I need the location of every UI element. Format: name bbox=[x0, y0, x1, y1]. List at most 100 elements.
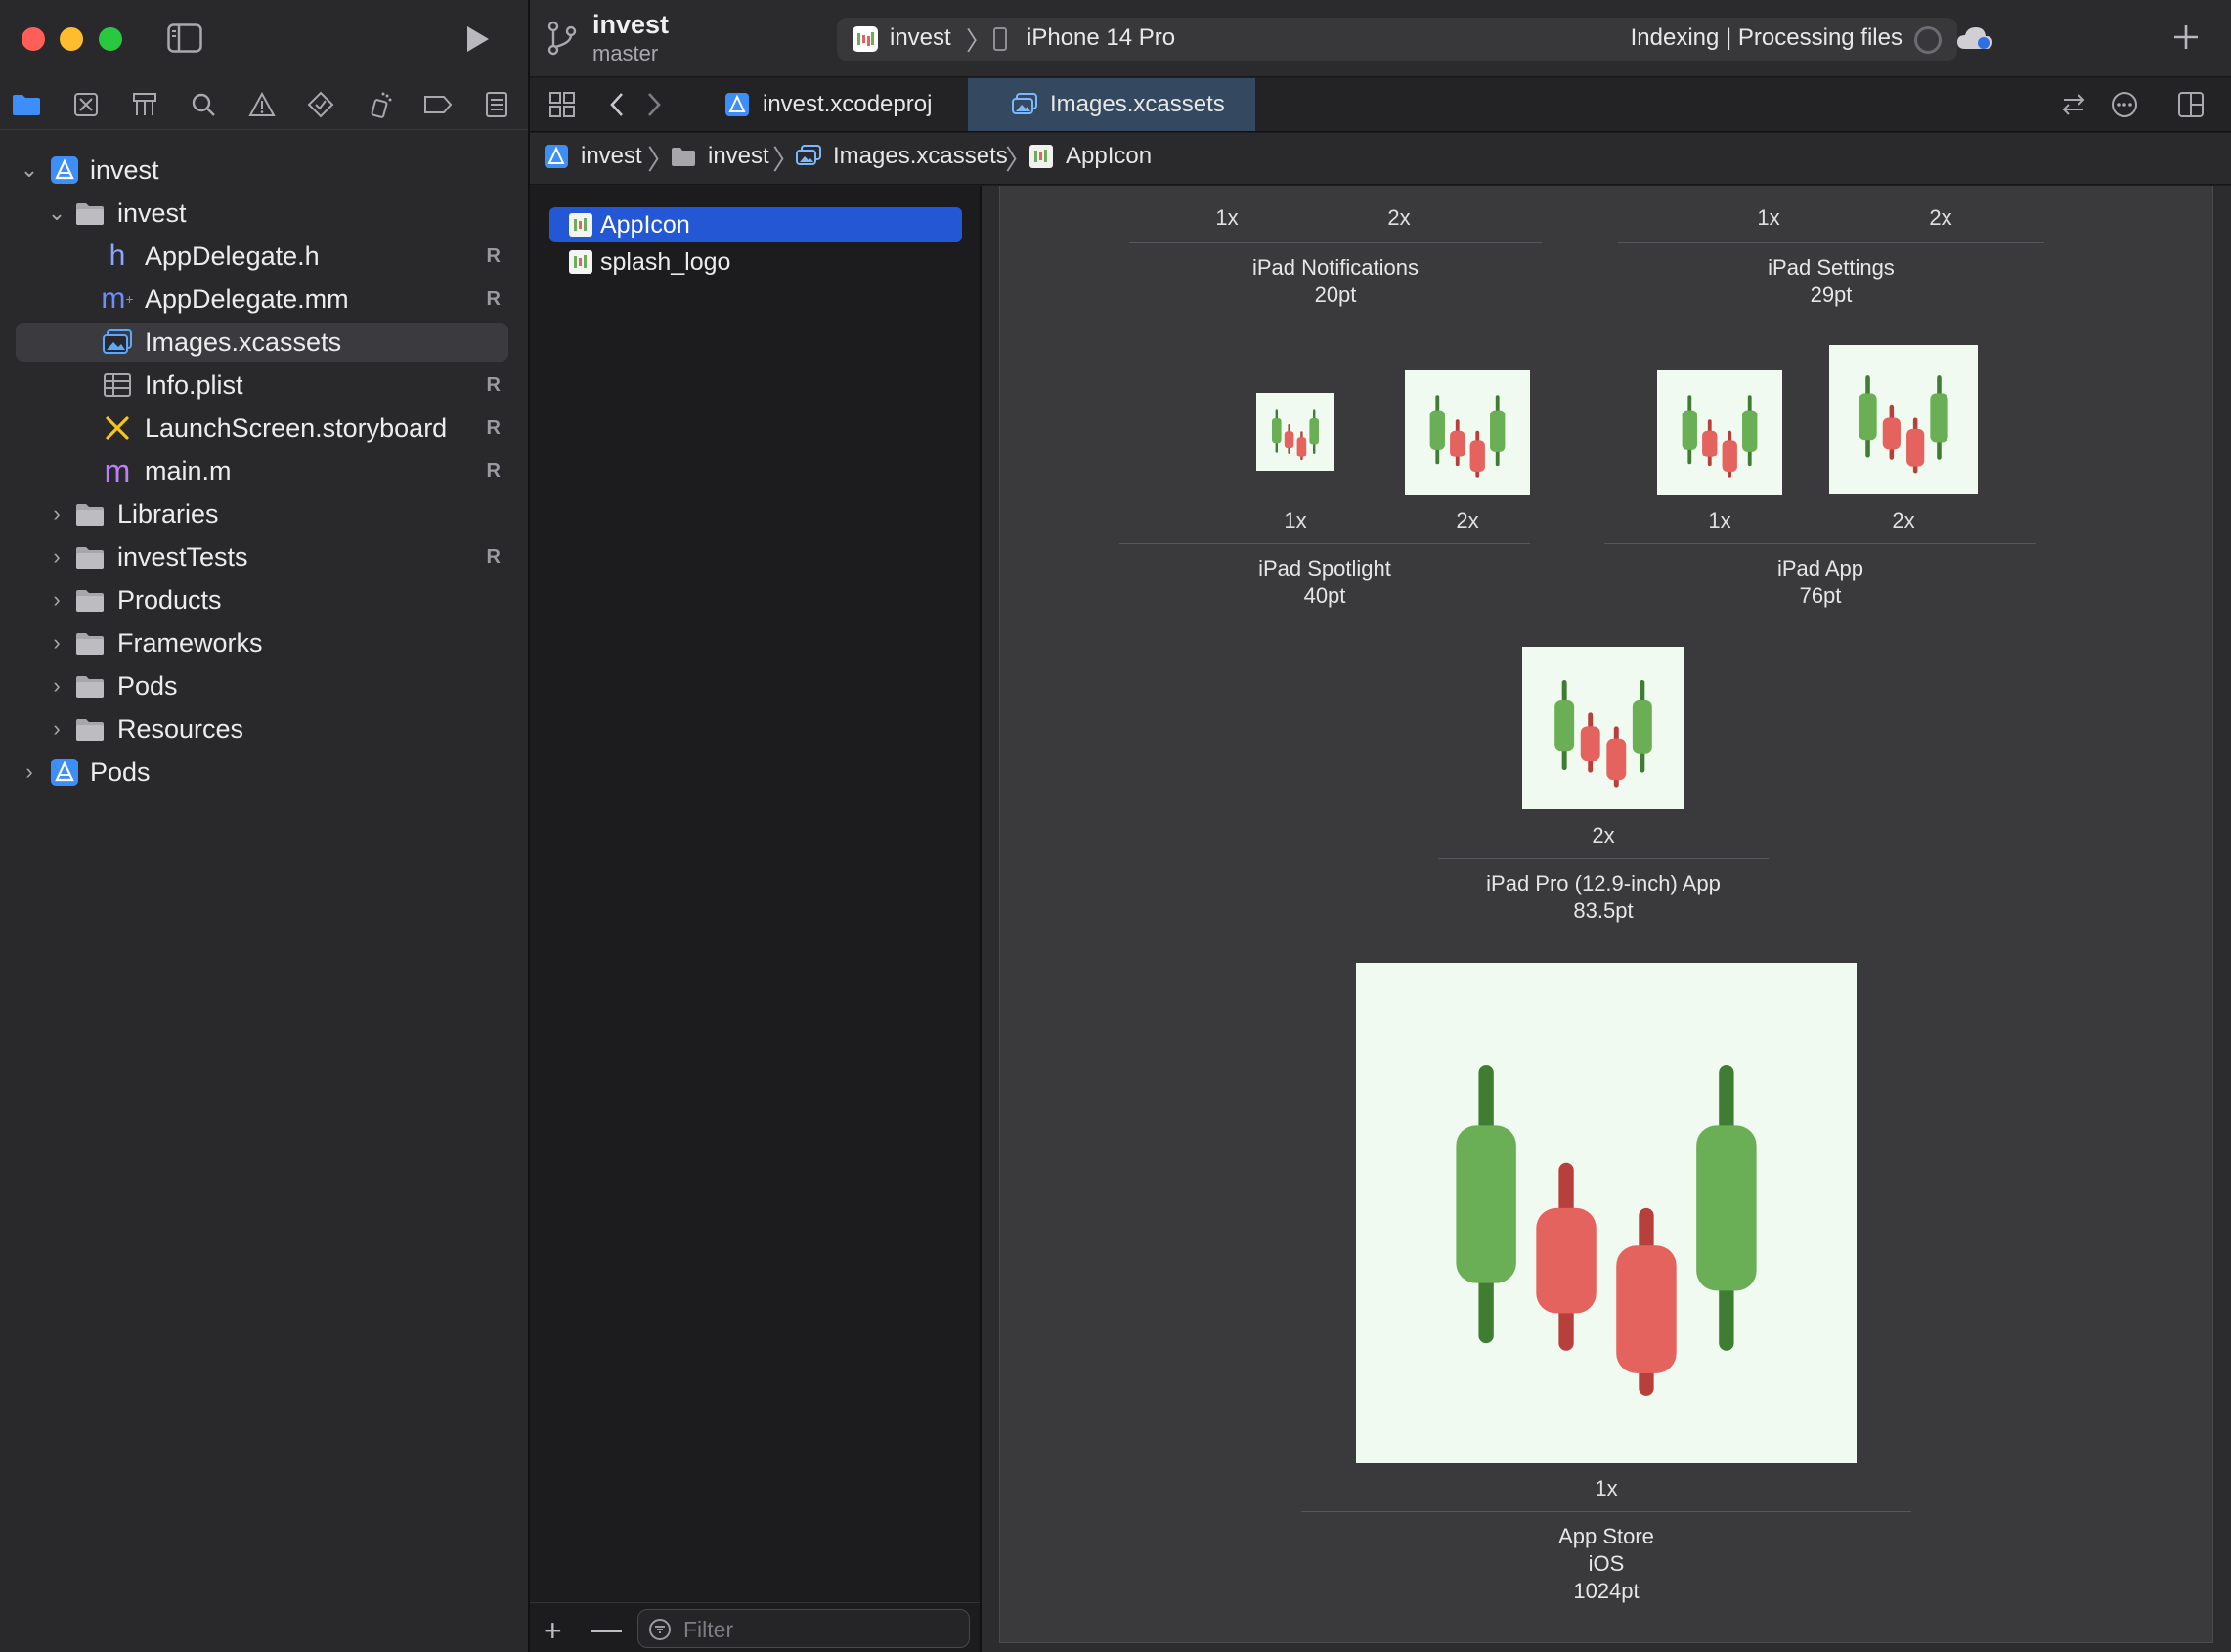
scale-label: 2x bbox=[1456, 508, 1479, 533]
warning-icon[interactable] bbox=[245, 88, 279, 121]
breadcrumb-item-appicon[interactable]: AppIcon bbox=[1028, 143, 1152, 170]
plist-table-icon bbox=[104, 373, 131, 397]
icon-slot-ipad-app-1x[interactable] bbox=[1657, 370, 1782, 495]
debug-spray-icon[interactable] bbox=[363, 88, 396, 121]
image-set-thumbnail bbox=[569, 250, 592, 274]
asset-catalog-icon bbox=[1012, 93, 1037, 114]
chevron-right-icon[interactable]: › bbox=[47, 674, 66, 698]
add-asset-button[interactable]: + bbox=[544, 1613, 562, 1649]
group-divider bbox=[1438, 858, 1769, 859]
filter-field[interactable] bbox=[637, 1609, 970, 1648]
candlestick-icon bbox=[1859, 375, 1948, 474]
group-name: iPad Notifications bbox=[1252, 255, 1419, 280]
chevron-right-icon[interactable]: › bbox=[47, 717, 66, 741]
tree-item-label: investTests bbox=[117, 542, 248, 572]
tree-item-resources[interactable]: › Resources bbox=[16, 710, 508, 749]
tree-item-label: AppDelegate.h bbox=[145, 240, 320, 271]
tree-item-main-m[interactable]: m main.m R bbox=[16, 452, 508, 491]
chevron-down-icon[interactable]: ⌄ bbox=[47, 200, 66, 225]
minimize-window-button[interactable] bbox=[60, 27, 83, 51]
chevron-right-icon[interactable]: › bbox=[47, 501, 66, 526]
breakpoint-icon[interactable] bbox=[421, 88, 455, 121]
icon-slot-app-store-1x[interactable] bbox=[1356, 963, 1857, 1463]
chevron-down-icon[interactable]: ⌄ bbox=[20, 157, 39, 182]
candle-bullish bbox=[1742, 410, 1758, 452]
hierarchy-icon[interactable] bbox=[128, 88, 161, 121]
candle-bearish bbox=[1882, 417, 1901, 450]
icon-slot-ipad-pro-2x[interactable] bbox=[1522, 647, 1684, 809]
breadcrumb: invest 〉 invest 〉 Images.xcassets 〉 AppI… bbox=[530, 133, 2231, 185]
folder-icon bbox=[76, 547, 104, 569]
report-icon[interactable] bbox=[480, 88, 513, 121]
chevron-right-icon[interactable]: › bbox=[47, 544, 66, 569]
tree-item-label: Pods bbox=[117, 671, 178, 701]
objcpp-file-icon: m + bbox=[101, 283, 134, 315]
tree-item-frameworks[interactable]: › Frameworks bbox=[16, 624, 508, 663]
chevron-right-icon[interactable]: › bbox=[47, 630, 66, 655]
group-name: App Store bbox=[1558, 1524, 1654, 1548]
candle-bearish bbox=[1469, 440, 1485, 472]
tree-item-products[interactable]: › Products bbox=[16, 581, 508, 620]
run-icon[interactable] bbox=[459, 22, 495, 57]
tree-item-invest-project[interactable]: ⌄ invest bbox=[16, 151, 508, 190]
asset-item-splash-logo[interactable]: splash_logo bbox=[549, 244, 962, 280]
filter-input[interactable] bbox=[681, 1614, 959, 1645]
tree-item-pods-folder[interactable]: › Pods bbox=[16, 667, 508, 706]
tab-label: invest.xcodeproj bbox=[763, 91, 933, 117]
group-size: 29pt bbox=[1810, 283, 1853, 307]
scheme-selector[interactable]: invest bbox=[890, 24, 951, 52]
breadcrumb-item-xcassets[interactable]: Images.xcassets bbox=[796, 143, 1008, 170]
tree-item-investtests[interactable]: › investTests R bbox=[16, 538, 508, 577]
tree-item-appdelegate-h[interactable]: h AppDelegate.h R bbox=[16, 237, 508, 276]
scale-label: 2x bbox=[1592, 823, 1615, 848]
folder-icon[interactable] bbox=[10, 88, 43, 121]
breadcrumb-item-group[interactable]: invest bbox=[671, 143, 769, 170]
tree-item-label: Frameworks bbox=[117, 628, 263, 658]
split-editor-icon[interactable] bbox=[2174, 88, 2208, 121]
xcode-project-icon bbox=[51, 759, 78, 786]
icon-slot-ipad-app-2x[interactable] bbox=[1829, 345, 1978, 494]
close-window-button[interactable] bbox=[22, 27, 45, 51]
tree-item-libraries[interactable]: › Libraries bbox=[16, 495, 508, 534]
tree-item-invest-group[interactable]: ⌄ invest bbox=[16, 194, 508, 233]
chevron-right-icon[interactable]: › bbox=[47, 587, 66, 612]
run-destination-selector[interactable]: iPhone 14 Pro bbox=[1027, 24, 1175, 52]
grid-icon[interactable] bbox=[546, 88, 579, 121]
xcode-cloud-icon[interactable] bbox=[1955, 22, 1994, 55]
icon-slot-ipad-spotlight-1x[interactable] bbox=[1256, 393, 1334, 471]
swap-arrows-icon[interactable] bbox=[2057, 88, 2090, 121]
icon-slot-ipad-spotlight-2x[interactable] bbox=[1405, 370, 1530, 495]
tree-item-info-plist[interactable]: Info.plist R bbox=[16, 366, 508, 405]
candle-bullish bbox=[1456, 1125, 1516, 1283]
tree-item-appdelegate-mm[interactable]: m + AppDelegate.mm R bbox=[16, 280, 508, 319]
remove-asset-button[interactable]: — bbox=[591, 1611, 622, 1647]
breadcrumb-item-project[interactable]: invest bbox=[544, 143, 642, 170]
add-icon[interactable] bbox=[2168, 20, 2204, 55]
group-name: iPad Settings bbox=[1768, 255, 1895, 280]
search-icon[interactable] bbox=[187, 88, 220, 121]
project-title[interactable]: invest bbox=[592, 10, 669, 40]
app-icon-set-icon bbox=[1029, 145, 1053, 168]
tree-item-label: Products bbox=[117, 585, 222, 615]
tree-item-label: invest bbox=[90, 154, 159, 185]
sidebar-toggle-icon[interactable] bbox=[167, 23, 202, 53]
asset-item-appicon[interactable]: AppIcon bbox=[549, 207, 962, 242]
candle-bearish bbox=[1722, 440, 1737, 472]
folder-icon bbox=[76, 676, 104, 698]
chevron-right-icon[interactable]: › bbox=[20, 760, 39, 784]
candle-bullish bbox=[1859, 393, 1877, 441]
tab-images-xcassets[interactable]: Images.xcassets bbox=[968, 78, 1255, 131]
source-control-icon[interactable] bbox=[69, 88, 103, 121]
candle-bullish bbox=[1682, 410, 1697, 450]
tab-invest-xcodeproj[interactable]: invest.xcodeproj bbox=[686, 78, 956, 131]
tree-item-images-xcassets[interactable]: Images.xcassets bbox=[16, 323, 508, 362]
tree-item-pods-project[interactable]: › Pods bbox=[16, 753, 508, 792]
more-options-icon[interactable] bbox=[2108, 88, 2141, 121]
forward-icon[interactable] bbox=[637, 88, 671, 121]
zoom-window-button[interactable] bbox=[99, 27, 122, 51]
test-diamond-icon[interactable] bbox=[304, 88, 337, 121]
tree-item-label: Resources bbox=[117, 714, 244, 744]
candle-bearish bbox=[1284, 431, 1294, 448]
back-icon[interactable] bbox=[600, 88, 634, 121]
tree-item-launchscreen-storyboard[interactable]: LaunchScreen.storyboard R bbox=[16, 409, 508, 448]
